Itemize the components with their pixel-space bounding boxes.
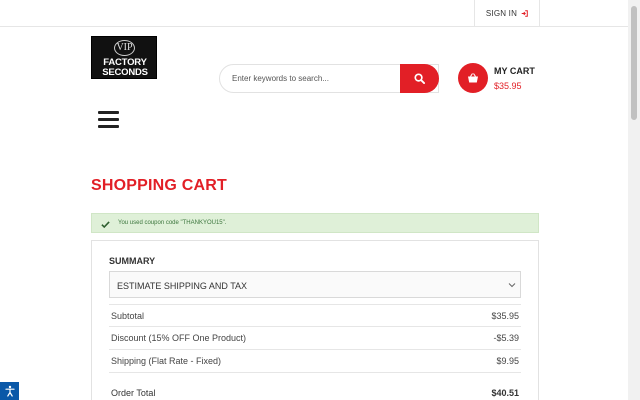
estimate-shipping-dropdown[interactable]: ESTIMATE SHIPPING AND TAX	[109, 271, 521, 298]
row-label: Shipping (Flat Rate - Fixed)	[111, 356, 222, 366]
summary-row-discount: Discount (15% OFF One Product) -$5.39	[109, 327, 521, 350]
sign-in-icon	[521, 10, 528, 17]
sign-in-label: SIGN IN	[485, 9, 518, 18]
search-input[interactable]	[232, 65, 400, 92]
site-logo[interactable]: VIP FACTORY SECONDS	[91, 36, 157, 79]
order-total-value: $40.51	[491, 388, 519, 398]
basket-icon	[468, 73, 478, 83]
alert-text: You used coupon code "THANKYOU15".	[118, 220, 227, 226]
accessibility-icon	[4, 385, 15, 397]
order-total-label: Order Total	[111, 388, 156, 398]
row-value: -$5.39	[493, 333, 519, 343]
estimate-label: ESTIMATE SHIPPING AND TAX	[117, 281, 248, 291]
summary-row-subtotal: Subtotal $35.95	[109, 304, 521, 327]
check-icon	[101, 221, 110, 229]
row-label: Discount (15% OFF One Product)	[111, 333, 247, 343]
coupon-alert: You used coupon code "THANKYOU15".	[91, 213, 539, 233]
summary-row-shipping: Shipping (Flat Rate - Fixed) $9.95	[109, 350, 521, 373]
row-label: Subtotal	[111, 311, 145, 321]
top-bar: SIGN IN	[0, 0, 628, 27]
logo-vip-badge: VIP	[114, 40, 135, 56]
scrollbar-thumb[interactable]	[631, 6, 637, 120]
search-icon	[414, 73, 425, 84]
summary-row-order-total: Order Total $40.51	[109, 382, 521, 400]
search-button[interactable]	[400, 64, 439, 93]
row-value: $9.95	[496, 356, 519, 366]
cart-total: $35.95	[494, 81, 522, 91]
page-title: SHOPPING CART	[91, 177, 227, 194]
row-value: $35.95	[491, 311, 519, 321]
sign-in-link[interactable]: SIGN IN	[474, 0, 540, 27]
logo-line-2: SECONDS	[102, 67, 148, 78]
summary-title: SUMMARY	[109, 256, 156, 266]
cart-button[interactable]	[458, 63, 488, 93]
cart-label[interactable]: MY CART	[494, 66, 535, 76]
hamburger-icon[interactable]	[98, 111, 119, 129]
accessibility-button[interactable]	[0, 382, 19, 400]
chevron-down-icon	[508, 283, 516, 288]
